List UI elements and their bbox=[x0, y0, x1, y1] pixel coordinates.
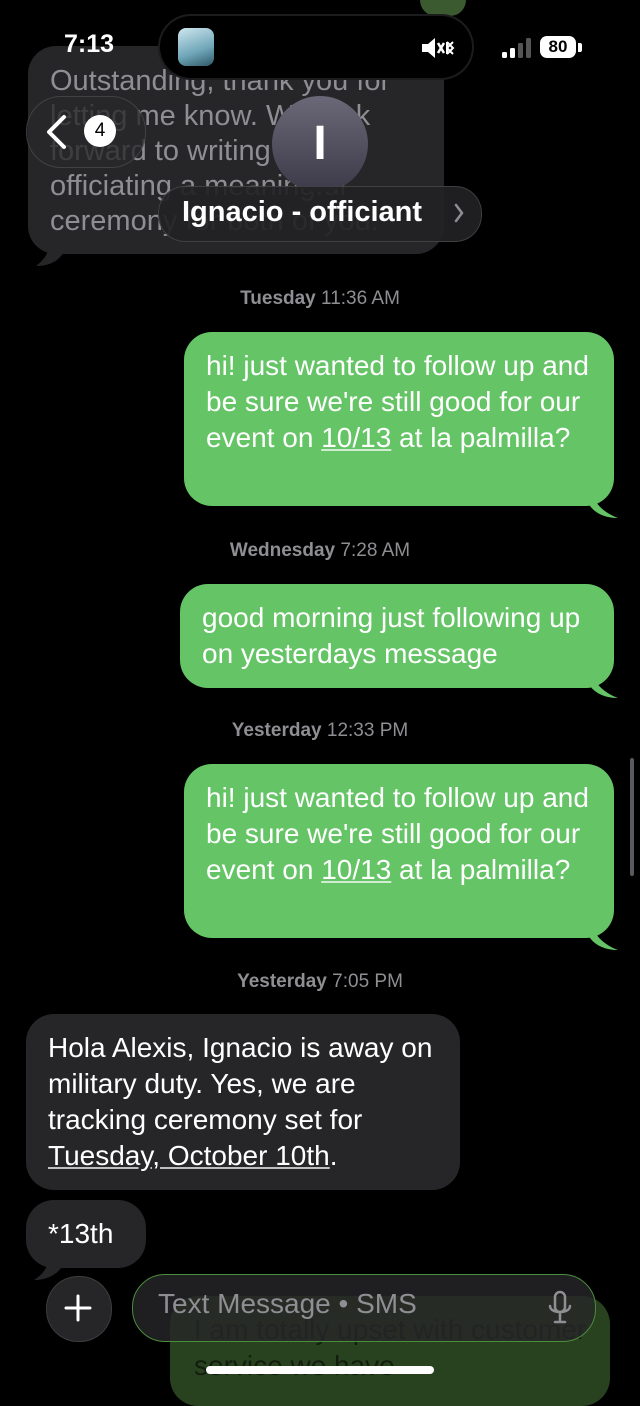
contact-name: Ignacio - officiant bbox=[182, 196, 423, 228]
date-link[interactable]: 10/13 bbox=[321, 422, 391, 453]
scrollbar[interactable] bbox=[630, 758, 634, 876]
outgoing-message[interactable]: good morning just following up on yester… bbox=[180, 584, 614, 688]
timestamp: Tuesday 11:36 AM bbox=[240, 288, 400, 309]
timestamp: Yesterday 12:33 PM bbox=[231, 720, 409, 741]
camera-indicator bbox=[420, 0, 466, 16]
bubble-tail bbox=[590, 922, 618, 950]
bubble-tail bbox=[590, 490, 618, 518]
chevron-left-icon bbox=[47, 115, 66, 149]
status-time: 7:13 bbox=[64, 30, 115, 58]
chevron-right-icon bbox=[454, 203, 464, 223]
outgoing-message[interactable]: hi! just wanted to follow up and be sure… bbox=[184, 764, 614, 938]
incoming-message[interactable]: Hola Alexis, Ignacio is away on military… bbox=[26, 1014, 460, 1190]
date-link[interactable]: Tuesday, October 10th bbox=[48, 1140, 330, 1171]
timestamp: Yesterday 7:05 PM bbox=[237, 971, 403, 992]
unread-count-badge: 4 bbox=[84, 115, 116, 147]
bubble-tail bbox=[590, 670, 618, 698]
date-link[interactable]: 10/13 bbox=[321, 854, 391, 885]
home-indicator[interactable] bbox=[206, 1366, 434, 1374]
mic-icon[interactable] bbox=[546, 1290, 574, 1326]
bubble-tail bbox=[36, 240, 64, 266]
now-playing-thumbnail bbox=[178, 28, 214, 66]
plus-icon bbox=[64, 1294, 92, 1322]
battery-icon: 80 bbox=[540, 36, 576, 58]
battery-cap bbox=[578, 43, 582, 52]
contact-avatar[interactable]: I bbox=[272, 96, 368, 192]
message-input-placeholder: Text Message • SMS bbox=[158, 1288, 417, 1319]
bubble-tail bbox=[34, 1252, 64, 1280]
mute-icon bbox=[422, 38, 455, 58]
timestamp: Wednesday 7:28 AM bbox=[229, 540, 411, 561]
outgoing-message[interactable]: hi! just wanted to follow up and be sure… bbox=[184, 332, 614, 506]
signal-icon bbox=[502, 38, 531, 58]
